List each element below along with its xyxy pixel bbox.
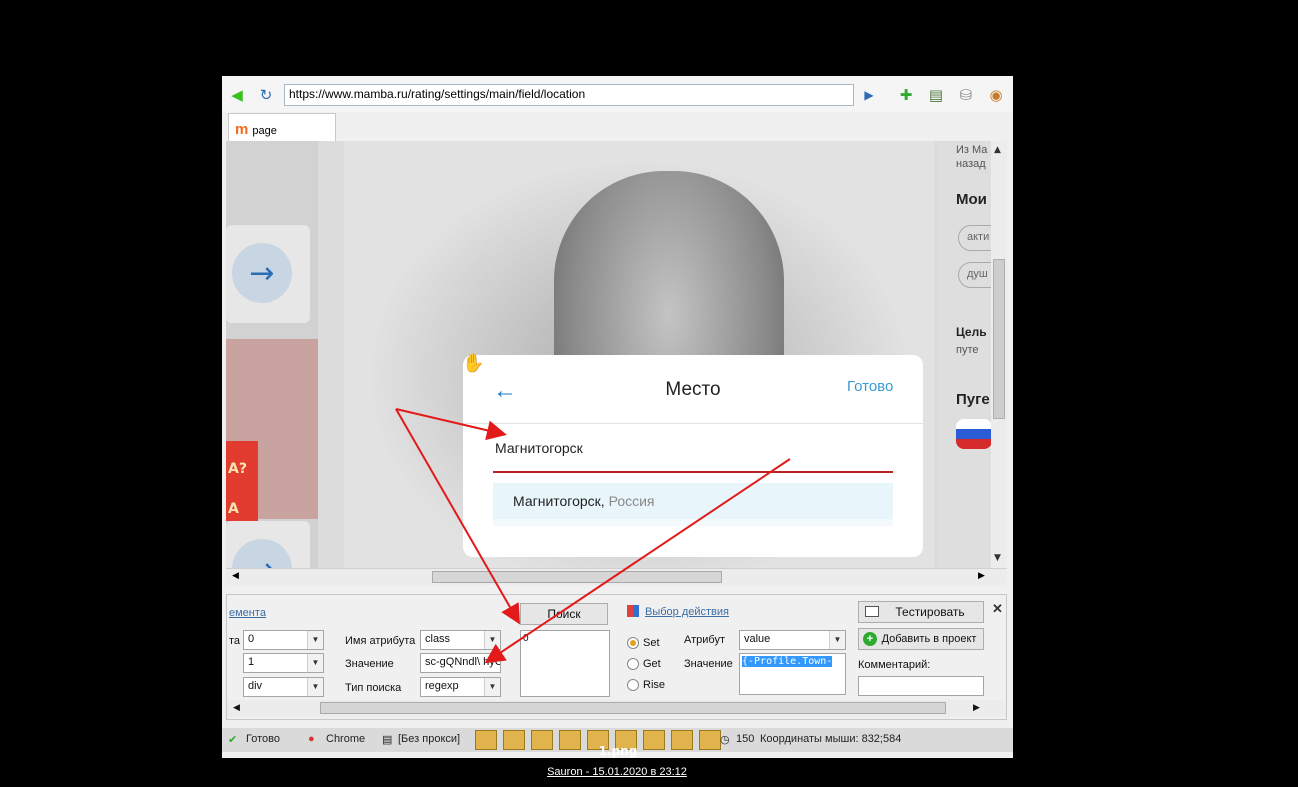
- hand-cursor-icon: ✋: [462, 353, 485, 374]
- left-combo-3[interactable]: div ▼: [243, 677, 324, 697]
- dropdown-icon[interactable]: ▼: [307, 654, 323, 672]
- refresh-icon[interactable]: ↻: [257, 86, 275, 104]
- scroll-up-icon[interactable]: ▲: [994, 145, 1001, 155]
- radio-rise-label: Rise: [643, 679, 666, 691]
- url-bar[interactable]: https://www.mamba.ru/rating/settings/mai…: [284, 84, 854, 106]
- ad-red-block: А? А: [226, 441, 258, 521]
- hscroll-thumb[interactable]: [432, 571, 722, 583]
- dropdown-icon[interactable]: ▼: [829, 631, 845, 649]
- add-button-label: Добавить в проект: [881, 633, 977, 645]
- value-label: Значение: [345, 658, 394, 670]
- left-combo-1[interactable]: 0 ▼: [243, 630, 324, 650]
- web-viewport[interactable]: → А?А → Из Ма назад Мои акти душ Цель пу…: [226, 141, 1007, 568]
- input-underline: [493, 471, 893, 473]
- add-to-project-button[interactable]: + Добавить в проект: [858, 628, 984, 650]
- dropdown-icon[interactable]: ▼: [484, 631, 500, 649]
- russia-flag-icon: [956, 419, 992, 449]
- comment-input[interactable]: [858, 676, 984, 696]
- done-button[interactable]: Готово: [847, 378, 893, 395]
- value-input[interactable]: sc-gQNndl\ hyC: [420, 653, 501, 673]
- radio-get[interactable]: [627, 658, 639, 670]
- radio-rise[interactable]: [627, 679, 639, 691]
- action-select-link[interactable]: Выбор действия: [645, 606, 729, 618]
- suggestion-item[interactable]: Магнитогорск, Россия: [493, 483, 893, 519]
- element-link[interactable]: ементa: [229, 607, 266, 619]
- horizontal-scrollbar[interactable]: ◀ ▶: [226, 568, 1007, 585]
- close-icon[interactable]: ✕: [992, 601, 1003, 617]
- attribute-combo[interactable]: value ▼: [739, 630, 846, 650]
- suggestion-spacer: [493, 519, 893, 526]
- file-name: 1.png: [598, 744, 638, 758]
- vertical-scrollbar[interactable]: ▲ ▼: [991, 141, 1007, 568]
- scroll-right-icon[interactable]: ▶: [973, 702, 980, 713]
- left-combo-2-value: 1: [248, 656, 255, 668]
- left-combo-1-value: 0: [248, 633, 255, 645]
- dropdown-icon[interactable]: ▼: [307, 678, 323, 696]
- cookie-icon[interactable]: ◉: [987, 86, 1005, 104]
- back-arrow-icon[interactable]: ◀: [228, 86, 246, 104]
- attr-name-label: Имя атрибута: [345, 635, 416, 647]
- scroll-left-icon[interactable]: ◀: [233, 702, 240, 713]
- actions-icon: [627, 605, 639, 617]
- element-panel: ементa та 0 ▼ 1 ▼ div ▼ Имя атрибута class ▼…: [226, 594, 1007, 720]
- tab-page[interactable]: m page: [228, 113, 336, 141]
- city-input[interactable]: Магнитогорск: [495, 440, 583, 456]
- scroll-down-icon[interactable]: ▼: [994, 553, 1001, 563]
- browser-toolbar: ◀ ↻ https://www.mamba.ru/rating/settings…: [222, 76, 1013, 112]
- value2-label: Значение: [684, 658, 733, 670]
- suggestion-country: Россия: [608, 493, 655, 509]
- scroll-right-icon[interactable]: ▶: [978, 571, 985, 581]
- place-modal: ← Место Готово Магнитогорск Магнитогорск…: [463, 355, 923, 557]
- attribute-label: Атрибут: [684, 634, 725, 646]
- attr-name-combo[interactable]: class ▼: [420, 630, 501, 650]
- dropdown-icon[interactable]: ▼: [307, 631, 323, 649]
- suggestion-city: Магнитогорск,: [513, 493, 605, 509]
- left-combo-2[interactable]: 1 ▼: [243, 653, 324, 673]
- left-label: та: [229, 635, 241, 647]
- go-icon[interactable]: ▶: [860, 86, 878, 104]
- left-card: →: [226, 225, 310, 323]
- add-circle-icon: +: [863, 632, 877, 646]
- search-type-combo[interactable]: regexp ▼: [420, 677, 501, 697]
- comment-label: Комментарий:: [858, 659, 931, 671]
- database-icon[interactable]: ⛁: [957, 86, 975, 104]
- panel-scroll-thumb[interactable]: [320, 702, 946, 714]
- next-arrow-icon[interactable]: →: [232, 539, 292, 568]
- radio-set[interactable]: [627, 637, 639, 649]
- search-type-label: Тип поиска: [345, 682, 402, 694]
- scroll-left-icon[interactable]: ◀: [232, 571, 239, 581]
- result-item[interactable]: 0: [523, 633, 529, 644]
- page-icon[interactable]: ▤: [927, 86, 945, 104]
- scroll-thumb[interactable]: [993, 259, 1005, 419]
- radio-get-label: Get: [643, 658, 661, 670]
- panel-hscrollbar[interactable]: ◀ ▶: [227, 700, 1006, 717]
- mamba-logo-icon: m: [235, 121, 249, 138]
- attr-name-value: class: [425, 633, 451, 645]
- tab-label: page: [252, 125, 277, 137]
- test-button-label: Тестировать: [895, 605, 965, 619]
- left-combo-3-value: div: [248, 680, 263, 692]
- modal-divider: [463, 423, 923, 424]
- add-icon[interactable]: ✚: [897, 86, 915, 104]
- attribute-value: value: [744, 633, 771, 645]
- dropdown-icon[interactable]: ▼: [484, 678, 500, 696]
- search-type-value: regexp: [425, 680, 459, 692]
- radio-set-label: Set: [643, 637, 660, 649]
- next-arrow-icon[interactable]: →: [232, 243, 292, 303]
- value2-text: {-Profile.Town-: [742, 656, 833, 667]
- left-column: → А?А →: [226, 141, 318, 568]
- search-button[interactable]: Поиск: [520, 603, 608, 625]
- left-card: →: [226, 521, 310, 568]
- caption-link[interactable]: Sauron - 15.01.2020 в 23:12: [0, 766, 1234, 778]
- test-button[interactable]: Тестировать: [858, 601, 984, 623]
- test-icon: [865, 606, 879, 617]
- value2-textarea[interactable]: {-Profile.Town-: [739, 653, 846, 695]
- app-window: ◀ ↻ https://www.mamba.ru/rating/settings…: [222, 76, 1013, 758]
- results-list[interactable]: 0: [520, 630, 610, 697]
